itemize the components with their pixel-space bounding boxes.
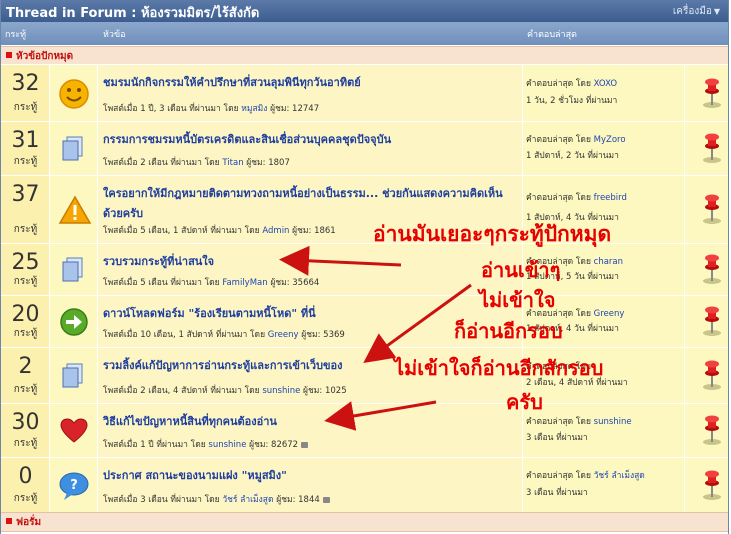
annotation-note: ก็อ่านอีกรอบ (454, 319, 563, 343)
annotation-arrows (279, 245, 472, 431)
annotation-note: อ่านเข้าๆ (481, 258, 561, 282)
annotation-note: ไม่เข้าใจ (479, 288, 556, 312)
arrow-3 (324, 400, 437, 431)
annotation-note: ครับ (506, 390, 543, 414)
forum-window: Thread in Forum : ห้องรวมมิตร/ไร้สังกัด … (0, 0, 729, 534)
annotation-note: อ่านมันเยอะๆกระทู้ปักหมุด (373, 222, 612, 246)
arrow-1 (279, 245, 402, 276)
annotation-note: ไม่เข้าใจก็อ่านอีกสักรอบ (394, 356, 604, 380)
